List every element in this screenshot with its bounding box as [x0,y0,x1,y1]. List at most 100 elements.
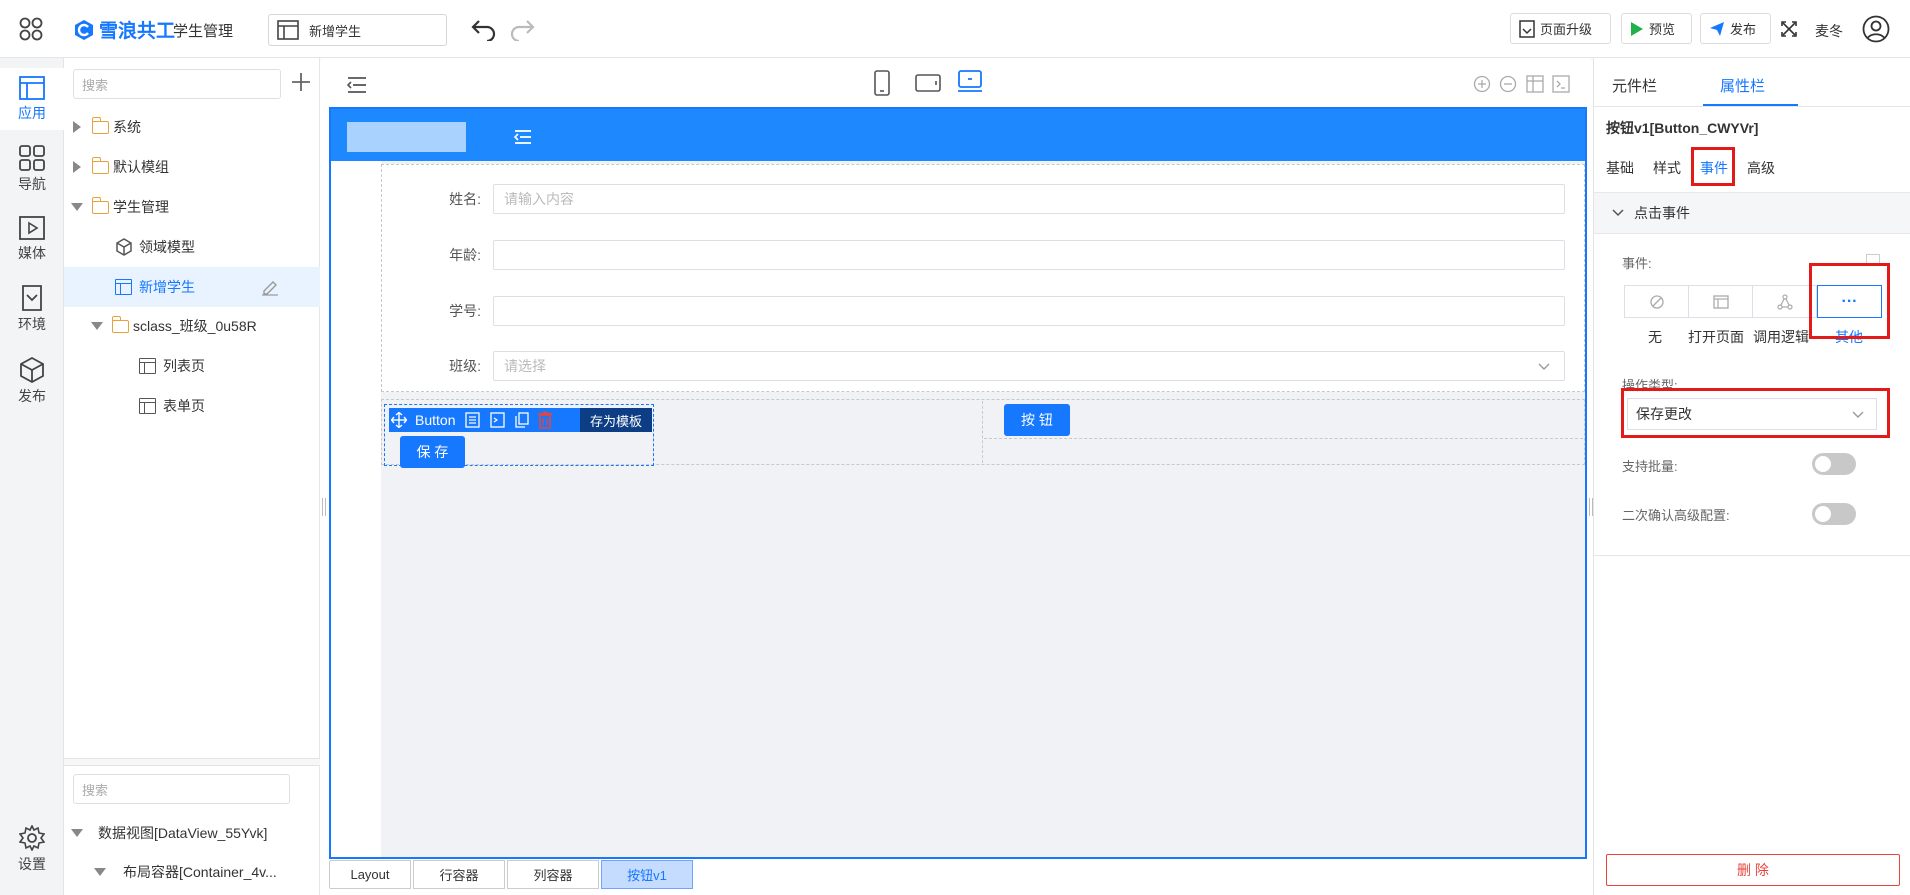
tab-divider [1594,106,1910,107]
layout-icon[interactable] [1526,75,1544,96]
event-option-call-logic[interactable] [1752,285,1817,318]
page-upgrade-button[interactable]: 页面升级 [1510,13,1611,44]
left-resize-handle[interactable] [322,498,326,516]
publish-button[interactable]: 发布 [1700,13,1771,44]
component-toolbar: Button 存为模板 [389,408,652,432]
column-container-right-top[interactable] [984,401,1583,439]
form-row-class: 班级: 请选择 [381,338,1585,394]
tree-item-form-page[interactable]: 表单页 [64,386,320,426]
fullscreen-icon[interactable] [1781,21,1797,40]
age-input[interactable] [493,240,1565,270]
page-canvas[interactable]: 姓名: 请输入内容 年龄: 学号: 班级: 请选择 Button 存为模板 保 … [329,107,1587,859]
collapse-menu-icon[interactable] [346,76,367,97]
batch-label: 支持批量: [1622,459,1678,474]
toolbar-component-label: Button [415,412,456,428]
save-button[interactable]: 保 存 [400,436,465,468]
tree-search-input[interactable]: 搜索 [73,69,281,99]
rail-item-app[interactable]: 应用 [0,68,64,130]
class-select[interactable]: 请选择 [493,351,1565,381]
tree-item-sclass[interactable]: sclass_班级_0u58R [64,306,320,346]
page-selector[interactable]: 新增学生 [268,14,447,46]
outline-search-input[interactable]: 搜索 [73,774,290,804]
tree-item-domain-model[interactable]: 领域模型 [64,227,320,267]
page-icon [139,358,156,374]
student-no-input[interactable] [493,296,1565,326]
name-input[interactable]: 请输入内容 [493,184,1565,214]
delete-button-label: 删 除 [1737,862,1769,878]
chevron-down-icon [1538,363,1550,370]
field-label-student-no: 学号: [449,303,481,319]
rail-item-nav[interactable]: 导航 [0,138,64,200]
tab-components[interactable]: 元件栏 [1612,75,1657,96]
delete-button[interactable]: 删 除 [1606,854,1900,886]
caret-down-icon[interactable] [71,829,83,837]
tree-item-list-page[interactable]: 列表页 [64,346,320,386]
field-label-age: 年龄: [449,247,481,263]
upgrade-icon [1519,19,1535,38]
header-menu-icon[interactable] [513,129,532,148]
brand-logo-icon [75,19,93,40]
caret-right-icon[interactable] [73,161,81,173]
mobile-view-icon[interactable] [873,70,891,99]
undo-icon[interactable] [470,17,498,44]
desktop-view-icon[interactable] [957,70,983,97]
breadcrumb-label: Layout [350,867,390,882]
rail-item-media[interactable]: 媒体 [0,208,64,270]
panel-splitter[interactable] [64,758,320,766]
folder-icon [91,156,109,174]
top-bar: 雪浪共工 学生管理 新增学生 页面升级 预览 发布 麦冬 [0,0,1910,58]
doc-icon[interactable] [465,412,481,428]
tree-item-label: 领域模型 [139,239,195,255]
apps-menu-icon[interactable] [18,16,44,42]
subtab-style[interactable]: 样式 [1653,158,1681,178]
page-icon [115,279,132,295]
delete-icon[interactable] [537,411,553,429]
outline-item-container[interactable]: 布局容器[Container_4v... [64,852,320,892]
caret-down-icon[interactable] [71,203,83,211]
tree-item-label: 系统 [113,119,141,135]
highlight-events-tab [1691,147,1735,186]
save-template-button[interactable]: 存为模板 [579,408,652,432]
move-icon[interactable] [391,412,407,428]
outline-item-dataview[interactable]: 数据视图[DataView_55Yvk] [64,813,320,853]
tree-item-label: 列表页 [163,358,205,374]
generic-button[interactable]: 按 钮 [1004,404,1070,436]
event-option-none[interactable] [1624,285,1689,318]
add-icon[interactable] [290,71,312,96]
logo-placeholder [347,122,466,152]
caret-down-icon[interactable] [91,322,103,330]
rail-item-settings[interactable]: 设置 [0,818,64,880]
tree-item-add-student[interactable]: 新增学生 [64,267,320,307]
chevron-down-icon [1612,209,1624,217]
section-header[interactable]: 点击事件 [1594,192,1910,234]
event-option-label-none: 无 [1648,329,1662,345]
code-icon[interactable] [490,412,506,428]
subtab-basic[interactable]: 基础 [1606,158,1634,178]
edit-icon[interactable] [261,278,279,296]
tab-label: 元件栏 [1612,78,1658,95]
tab-properties[interactable]: 属性栏 [1720,75,1765,96]
copy-icon[interactable] [515,412,530,428]
batch-toggle[interactable] [1812,453,1856,475]
caret-down-icon[interactable] [94,868,106,876]
user-avatar-icon[interactable] [1862,15,1890,46]
caret-right-icon[interactable] [73,121,81,133]
preview-button[interactable]: 预览 [1621,13,1692,44]
zoom-out-icon[interactable] [1499,75,1517,96]
subtab-advanced[interactable]: 高级 [1747,158,1775,178]
confirm-toggle[interactable] [1812,503,1856,525]
rail-item-publish[interactable]: 发布 [0,350,64,412]
code-icon[interactable] [1552,75,1570,96]
breadcrumb-item-button[interactable]: 按钮v1 [601,860,693,889]
tablet-view-icon[interactable] [915,73,941,96]
rail-item-env[interactable]: 环境 [0,278,64,340]
tree-item-default-module[interactable]: 默认模组 [64,147,320,187]
tree-item-system[interactable]: 系统 [64,107,320,147]
event-option-open-page[interactable] [1688,285,1753,318]
breadcrumb-item-column[interactable]: 列容器 [507,860,599,889]
redo-icon[interactable] [508,17,536,44]
breadcrumb-item-layout[interactable]: Layout [329,860,411,889]
tree-item-student-mgmt[interactable]: 学生管理 [64,187,320,227]
zoom-in-icon[interactable] [1473,75,1491,96]
breadcrumb-item-row[interactable]: 行容器 [413,860,505,889]
